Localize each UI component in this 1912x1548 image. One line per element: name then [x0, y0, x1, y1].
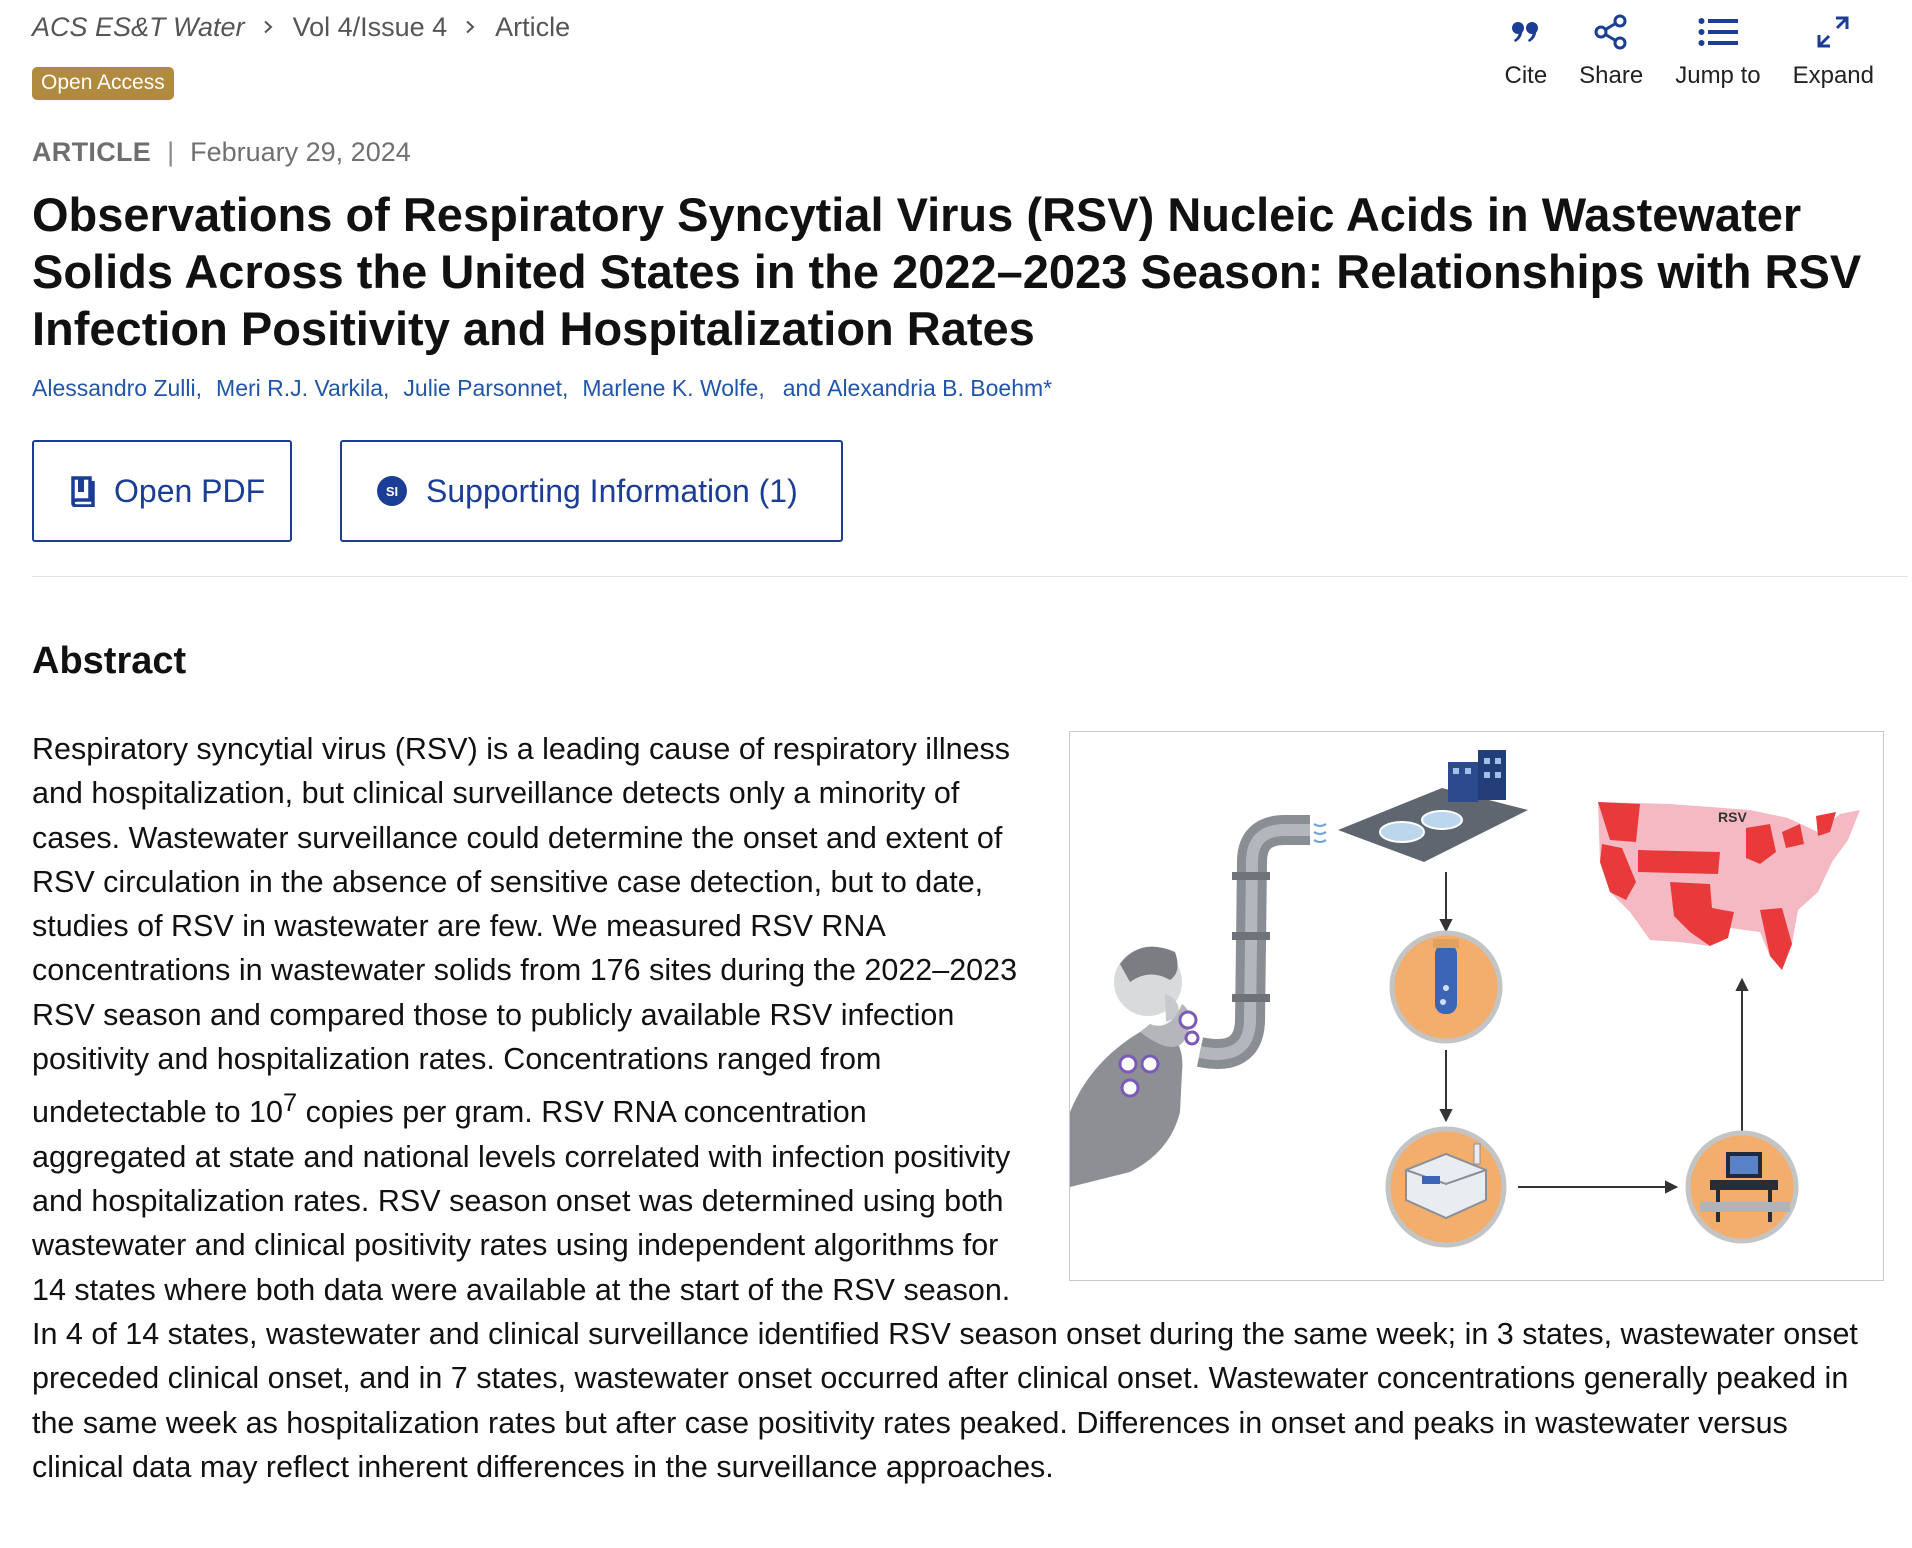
share-icon [1593, 12, 1629, 52]
author-comma: , [758, 375, 765, 401]
breadcrumb-journal[interactable]: ACS ES&T Water [32, 12, 245, 43]
chevron-right-icon [261, 20, 275, 34]
author-and: and [782, 375, 822, 401]
cite-label: Cite [1504, 62, 1548, 89]
toc-graphic[interactable]: RSV [1069, 731, 1884, 1281]
expand-icon [1816, 12, 1850, 52]
map-label: RSV [1718, 809, 1747, 825]
open-access-badge: Open Access [32, 67, 174, 100]
sewer-pipe-illustration [1196, 815, 1327, 1069]
expand-label: Expand [1792, 62, 1874, 89]
author-link[interactable]: Alexandria B. Boehm* [827, 375, 1052, 402]
breadcrumb: ACS ES&T Water Vol 4/Issue 4 Article [32, 10, 570, 44]
expand-button[interactable]: Expand [1777, 12, 1890, 90]
us-map-illustration: RSV [1598, 802, 1860, 970]
article-type: ARTICLE [32, 137, 152, 167]
share-button[interactable]: Share [1563, 12, 1659, 90]
article-meta: ARTICLE | February 29, 2024 [32, 137, 411, 168]
author-link[interactable]: Marlene K. Wolfe [582, 375, 758, 402]
quote-icon [1511, 12, 1541, 52]
cite-button[interactable]: Cite [1488, 12, 1563, 90]
article-toolbar: Cite Share Jump to Expand [1488, 12, 1890, 90]
jump-to-button[interactable]: Jump to [1659, 12, 1776, 90]
abstract-text-part1: Respiratory syncytial virus (RSV) is a l… [32, 732, 1018, 1130]
article-title: Observations of Respiratory Syncytial Vi… [32, 188, 1862, 355]
abstract-heading: Abstract [32, 640, 187, 682]
section-divider [32, 576, 1908, 577]
author-link[interactable]: Julie Parsonnet [403, 375, 562, 402]
author-comma: , [561, 375, 569, 401]
book-icon [70, 475, 96, 507]
author-list: Alessandro Zulli, Meri R.J. Varkila, Jul… [32, 375, 1052, 402]
author-comma: , [195, 375, 203, 401]
breadcrumb-issue[interactable]: Vol 4/Issue 4 [293, 12, 448, 43]
abstract-body: RSV Respiratory syncytial virus (RSV) is… [32, 727, 1884, 1489]
data-analysis-illustration [1685, 1130, 1799, 1244]
si-icon: SI [376, 475, 408, 507]
meta-separator: | [167, 137, 175, 167]
treatment-plant-illustration [1338, 750, 1528, 862]
author-link[interactable]: Alessandro Zulli [32, 375, 196, 402]
list-icon [1698, 12, 1738, 52]
open-pdf-button[interactable]: Open PDF [32, 440, 292, 542]
supporting-information-button[interactable]: SI Supporting Information (1) [340, 440, 843, 542]
coughing-person-illustration [1070, 946, 1200, 1187]
share-label: Share [1579, 62, 1644, 89]
supporting-information-label: Supporting Information (1) [426, 472, 798, 509]
open-pdf-label: Open PDF [114, 472, 266, 509]
breadcrumb-current: Article [495, 11, 571, 42]
lab-instrument-illustration [1385, 1126, 1507, 1248]
abstract-superscript: 7 [283, 1089, 298, 1118]
chevron-right-icon [463, 20, 477, 34]
sample-tube-illustration [1389, 930, 1503, 1044]
author-link[interactable]: Meri R.J. Varkila [216, 375, 383, 402]
author-comma: , [383, 375, 390, 401]
publication-date: February 29, 2024 [190, 137, 411, 167]
jump-to-label: Jump to [1675, 62, 1761, 89]
si-icon-text: SI [386, 484, 398, 499]
